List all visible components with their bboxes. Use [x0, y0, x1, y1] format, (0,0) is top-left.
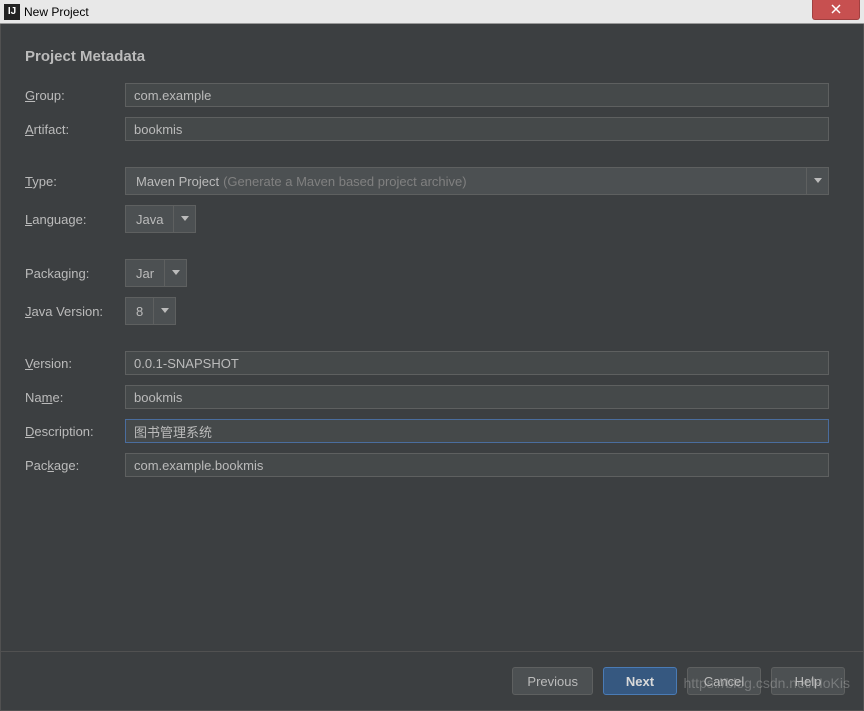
description-input[interactable]	[125, 419, 829, 443]
help-button[interactable]: Help	[771, 667, 845, 695]
next-button[interactable]: Next	[603, 667, 677, 695]
cancel-button[interactable]: Cancel	[687, 667, 761, 695]
type-hint: (Generate a Maven based project archive)	[223, 174, 467, 189]
type-value: Maven Project	[136, 174, 219, 189]
java-version-combo[interactable]: 8	[125, 297, 176, 325]
type-label: Type:	[25, 174, 125, 189]
artifact-label: Artifact:	[25, 122, 125, 137]
java-version-value: 8	[136, 304, 143, 319]
chevron-down-icon	[814, 178, 822, 184]
packaging-combo[interactable]: Jar	[125, 259, 187, 287]
group-label: Group:	[25, 88, 125, 103]
previous-button[interactable]: Previous	[512, 667, 593, 695]
package-label: Package:	[25, 458, 125, 473]
package-input[interactable]	[125, 453, 829, 477]
java-version-label: Java Version:	[25, 304, 125, 319]
name-label: Name:	[25, 390, 125, 405]
section-title: Project Metadata	[25, 48, 829, 65]
chevron-down-icon	[172, 270, 180, 276]
group-input[interactable]	[125, 83, 829, 107]
description-label: Description:	[25, 424, 125, 439]
artifact-input[interactable]	[125, 117, 829, 141]
language-dropdown-arrow[interactable]	[174, 205, 196, 233]
java-version-dropdown-arrow[interactable]	[154, 297, 176, 325]
close-button[interactable]	[812, 0, 860, 20]
name-input[interactable]	[125, 385, 829, 409]
app-icon: IJ	[4, 4, 20, 20]
window-title: New Project	[24, 5, 89, 19]
titlebar: IJ New Project	[0, 0, 864, 24]
dialog-footer: Previous Next Cancel Help	[0, 651, 864, 711]
close-icon	[831, 4, 841, 14]
packaging-label: Packaging:	[25, 266, 125, 281]
version-input[interactable]	[125, 351, 829, 375]
packaging-dropdown-arrow[interactable]	[165, 259, 187, 287]
type-dropdown-arrow[interactable]	[807, 167, 829, 195]
language-combo[interactable]: Java	[125, 205, 196, 233]
type-combo[interactable]: Maven Project (Generate a Maven based pr…	[125, 167, 829, 195]
version-label: Version:	[25, 356, 125, 371]
chevron-down-icon	[181, 216, 189, 222]
language-label: Language:	[25, 212, 125, 227]
dialog-body: Project Metadata Group: Artifact: Type: …	[0, 24, 864, 651]
chevron-down-icon	[161, 308, 169, 314]
packaging-value: Jar	[136, 266, 154, 281]
language-value: Java	[136, 212, 163, 227]
